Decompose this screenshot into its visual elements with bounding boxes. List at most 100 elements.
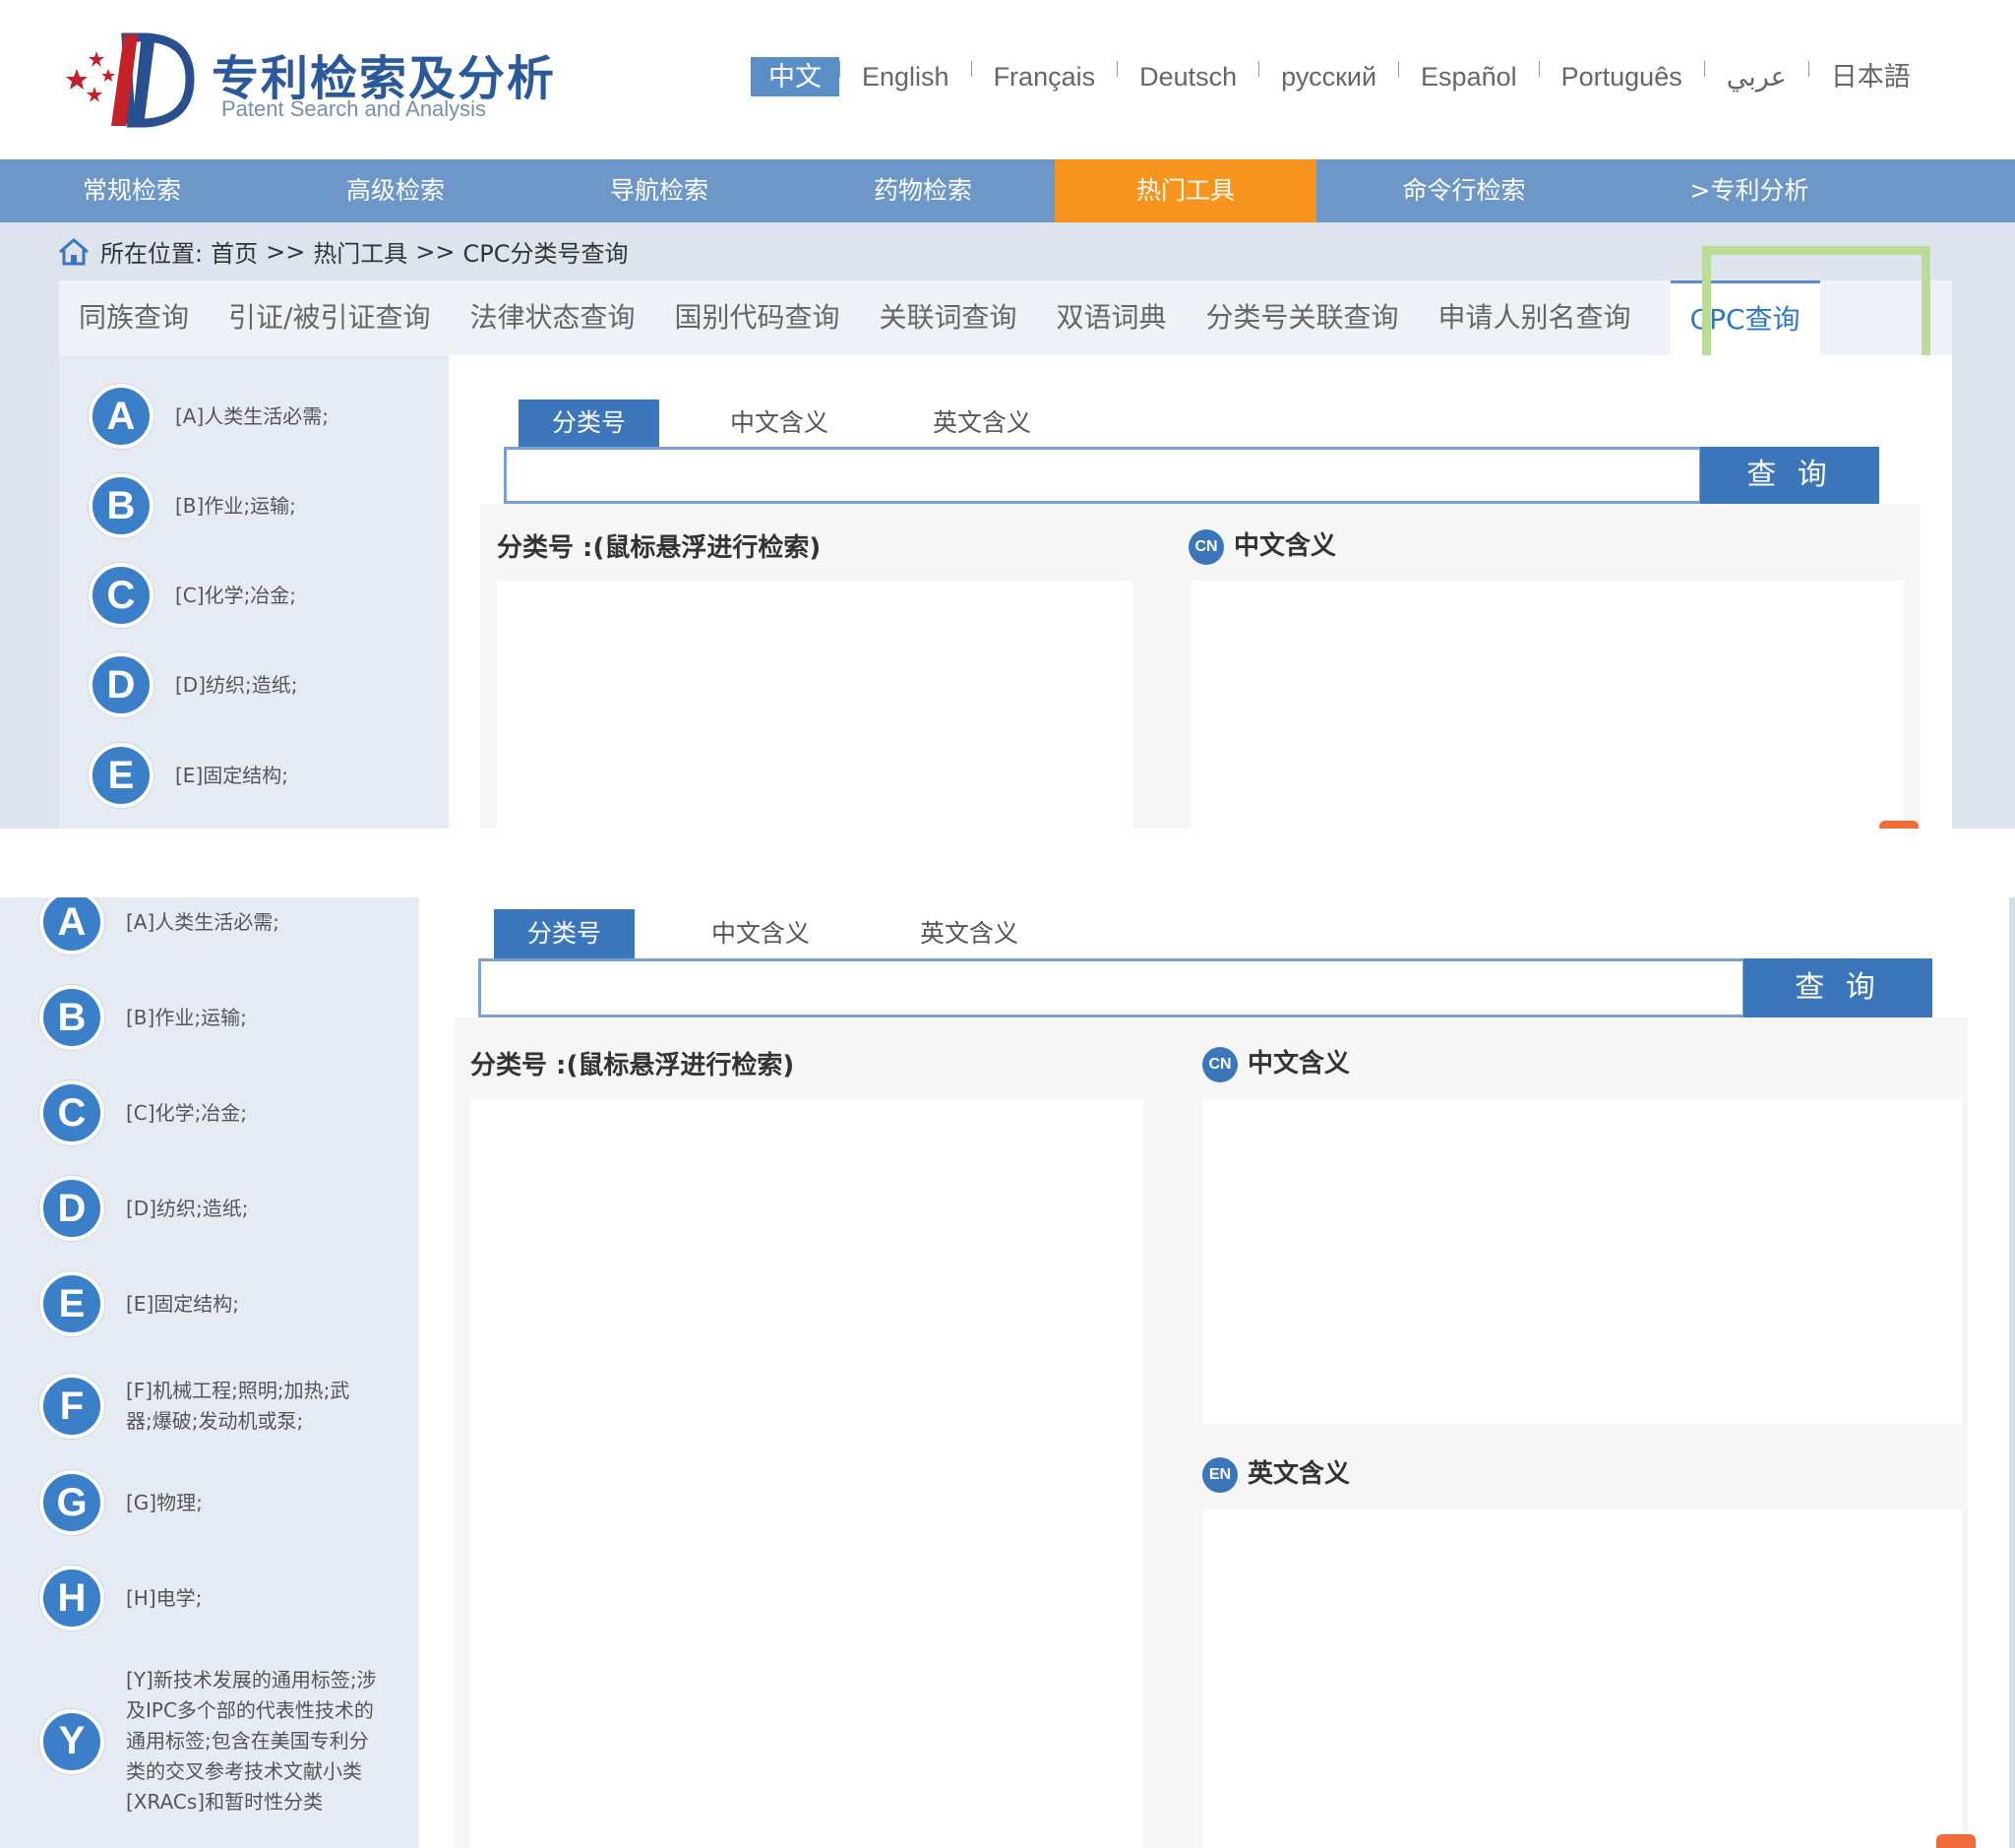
section-item-c[interactable]: C [C]化学;冶金; bbox=[89, 563, 296, 628]
lang-de[interactable]: Deutsch bbox=[1118, 57, 1258, 96]
main-nav: 常规检索 高级检索 导航检索 药物检索 热门工具 命令行检索 >专利分析 bbox=[0, 159, 2015, 222]
search-tab-code[interactable]: 分类号 bbox=[494, 909, 636, 958]
section-badge: D bbox=[89, 652, 153, 717]
section-item-h[interactable]: H [H]电学; bbox=[39, 1566, 202, 1631]
breadcrumb-separator: >> bbox=[415, 237, 456, 266]
section-badge: B bbox=[89, 473, 153, 538]
section-badge: H bbox=[39, 1566, 104, 1631]
section-badge: A bbox=[89, 384, 153, 449]
header: 专利检索及分析 Patent Search and Analysis 中文 En… bbox=[0, 0, 2015, 159]
section-item-d[interactable]: D [D]纺织;造纸; bbox=[39, 1176, 248, 1241]
language-switcher: 中文 English Français Deutsch русский Espa… bbox=[751, 57, 1932, 96]
search-mode-tabs: 分类号 中文含义 英文含义 bbox=[519, 400, 1065, 447]
float-widget[interactable] bbox=[1879, 821, 1919, 829]
scrollbar[interactable] bbox=[2009, 897, 2015, 1848]
section-label: [G]物理; bbox=[126, 1490, 203, 1514]
section-label: [Y]新技术发展的通用标签;涉及IPC多个部的代表性技术的通用标签;包含在美国专… bbox=[126, 1668, 377, 1814]
search-tab-cn[interactable]: 中文含义 bbox=[659, 400, 899, 447]
divider bbox=[0, 829, 2015, 897]
section-badge: D bbox=[39, 1176, 104, 1241]
section-badge: A bbox=[39, 897, 104, 955]
section-label: [B]作业;运输; bbox=[126, 1005, 247, 1029]
tab-related-words[interactable]: 关联词查询 bbox=[879, 280, 1016, 355]
section-badge: C bbox=[39, 1080, 104, 1145]
section-item-e[interactable]: E [E]固定结构; bbox=[89, 743, 288, 808]
search-tab-cn[interactable]: 中文含义 bbox=[635, 909, 886, 958]
section-item-g[interactable]: G [G]物理; bbox=[39, 1470, 203, 1535]
section-label: [D]纺织;造纸; bbox=[175, 672, 298, 697]
nav-navigation-search[interactable]: 导航检索 bbox=[527, 159, 791, 222]
float-widget[interactable] bbox=[1936, 1834, 1976, 1848]
breadcrumb-label: 所在位置: bbox=[100, 240, 204, 268]
lang-ar[interactable]: عربي bbox=[1705, 57, 1808, 96]
section-label: [A]人类生活必需; bbox=[175, 403, 330, 428]
section-badge: C bbox=[89, 563, 153, 628]
section-label: [F]机械工程;照明;加热;武器;爆破;发动机或泵; bbox=[126, 1379, 350, 1433]
section-item-a[interactable]: A [A]人类生活必需; bbox=[89, 384, 329, 449]
nav-drug-search[interactable]: 药物检索 bbox=[791, 159, 1055, 222]
section-item-a[interactable]: A [A]人类生活必需; bbox=[39, 897, 279, 955]
tab-country-code[interactable]: 国别代码查询 bbox=[674, 280, 839, 355]
nav-command-search[interactable]: 命令行检索 bbox=[1316, 159, 1612, 222]
site-logo-icon[interactable] bbox=[57, 30, 195, 128]
section-item-e[interactable]: E [E]固定结构; bbox=[39, 1271, 239, 1336]
section-badge: B bbox=[39, 985, 104, 1050]
search-tab-code[interactable]: 分类号 bbox=[519, 400, 660, 447]
breadcrumb-home[interactable]: 首页 bbox=[211, 234, 258, 269]
en-meaning-results bbox=[1202, 1509, 1962, 1848]
lang-zh[interactable]: 中文 bbox=[751, 57, 839, 96]
tab-legal-status[interactable]: 法律状态查询 bbox=[469, 280, 635, 355]
lang-pt[interactable]: Português bbox=[1540, 57, 1704, 96]
cn-icon: CN bbox=[1202, 1046, 1238, 1082]
lang-ja[interactable]: 日本語 bbox=[1809, 57, 1932, 96]
section-item-c[interactable]: C [C]化学;冶金; bbox=[39, 1080, 247, 1145]
cn-meaning-title: CN 中文含义 bbox=[1202, 1043, 1350, 1082]
cn-icon: CN bbox=[1189, 528, 1224, 565]
section-badge: E bbox=[89, 743, 153, 808]
lang-ru[interactable]: русский bbox=[1259, 57, 1398, 96]
search-button[interactable]: 查 询 bbox=[1700, 447, 1879, 504]
section-item-b[interactable]: B [B]作业;运输; bbox=[39, 985, 247, 1050]
cn-meaning-label: 中文含义 bbox=[1234, 531, 1337, 561]
tab-classification-association[interactable]: 分类号关联查询 bbox=[1206, 280, 1399, 355]
section-label: [E]固定结构; bbox=[126, 1291, 239, 1316]
lang-fr[interactable]: Français bbox=[972, 57, 1118, 96]
cn-meaning-results bbox=[1191, 581, 1904, 829]
lang-es[interactable]: Español bbox=[1399, 57, 1539, 96]
breadcrumb-hot-tools[interactable]: 热门工具 bbox=[313, 234, 407, 269]
section-label: [D]纺织;造纸; bbox=[126, 1196, 249, 1220]
tool-tabs: 同族查询 引证/被引证查询 法律状态查询 国别代码查询 关联词查询 双语词典 分… bbox=[59, 280, 1952, 355]
section-label: [B]作业;运输; bbox=[175, 493, 296, 518]
search-tab-en[interactable]: 英文含义 bbox=[899, 400, 1065, 447]
tab-citation[interactable]: 引证/被引证查询 bbox=[228, 280, 430, 355]
lang-en[interactable]: English bbox=[840, 57, 971, 96]
section-label: [A]人类生活必需; bbox=[126, 909, 280, 934]
cn-meaning-results bbox=[1202, 1099, 1962, 1424]
classification-results bbox=[470, 1099, 1143, 1848]
home-icon bbox=[59, 237, 89, 265]
screenshot-bottom: A [A]人类生活必需; B [B]作业;运输; C [C]化学;冶金; D [… bbox=[0, 897, 2015, 1848]
nav-hot-tools[interactable]: 热门工具 bbox=[1055, 159, 1316, 222]
tab-applicant-alias[interactable]: 申请人别名查询 bbox=[1438, 280, 1631, 355]
section-item-d[interactable]: D [D]纺织;造纸; bbox=[89, 652, 297, 717]
breadcrumb-current: CPC分类号查询 bbox=[462, 240, 629, 268]
en-meaning-label: 英文含义 bbox=[1248, 1459, 1351, 1489]
section-item-b[interactable]: B [B]作业;运输; bbox=[89, 473, 296, 538]
nav-advanced-search[interactable]: 高级检索 bbox=[264, 159, 527, 222]
site-subtitle: Patent Search and Analysis bbox=[221, 96, 487, 121]
section-item-f[interactable]: F [F]机械工程;照明;加热;武器;爆破;发动机或泵; bbox=[39, 1374, 362, 1439]
search-input[interactable] bbox=[504, 447, 1702, 504]
tab-family[interactable]: 同族查询 bbox=[79, 280, 189, 355]
nav-regular-search[interactable]: 常规检索 bbox=[0, 159, 264, 222]
classification-title: 分类号 :(鼠标悬浮进行检索) bbox=[470, 1051, 795, 1080]
search-button[interactable]: 查 询 bbox=[1743, 958, 1932, 1017]
cn-meaning-label: 中文含义 bbox=[1248, 1049, 1351, 1078]
section-item-y[interactable]: Y [Y]新技术发展的通用标签;涉及IPC多个部的代表性技术的通用标签;包含在美… bbox=[39, 1665, 377, 1817]
nav-patent-analysis[interactable]: >专利分析 bbox=[1612, 159, 1887, 222]
search-input[interactable] bbox=[478, 958, 1745, 1017]
section-badge: G bbox=[39, 1470, 104, 1535]
breadcrumb-separator: >> bbox=[266, 237, 306, 266]
en-meaning-title: EN 英文含义 bbox=[1202, 1453, 1350, 1493]
tab-bilingual-dictionary[interactable]: 双语词典 bbox=[1057, 280, 1167, 355]
search-tab-en[interactable]: 英文含义 bbox=[886, 909, 1052, 958]
